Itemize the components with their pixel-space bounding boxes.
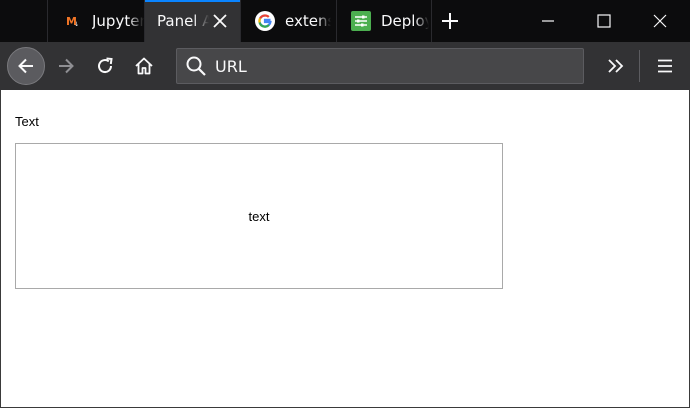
search-icon	[185, 55, 207, 77]
minimize-icon	[542, 20, 554, 22]
maximize-button[interactable]	[576, 0, 632, 42]
text-value: text	[248, 208, 270, 224]
tab-title: Deploy	[381, 12, 429, 30]
close-window-button[interactable]	[632, 0, 688, 42]
tab-title: Jupyter	[92, 12, 144, 30]
chevron-double-right-icon	[608, 59, 624, 73]
tab-deploy[interactable]: Deploy	[337, 0, 432, 42]
google-icon	[255, 11, 275, 31]
main-menu-button[interactable]	[647, 48, 683, 84]
hamburger-menu-icon	[658, 59, 672, 73]
text-label: Text	[15, 114, 39, 129]
toolbar-separator	[639, 50, 640, 82]
svg-text:↓: ↓	[74, 21, 79, 28]
arrow-right-icon	[59, 58, 74, 74]
navigation-toolbar	[0, 42, 690, 90]
new-tab-button[interactable]	[434, 6, 466, 36]
tab-strip-spacer	[0, 0, 48, 42]
tab-title: extensions	[285, 12, 331, 30]
tab-extensions[interactable]: extensions	[241, 0, 337, 42]
url-bar[interactable]	[176, 48, 584, 84]
page-content: Text text	[0, 90, 690, 408]
back-button[interactable]	[7, 47, 45, 85]
tab-title: Panel App	[157, 12, 209, 30]
close-tab-icon[interactable]	[210, 11, 230, 31]
reload-button[interactable]	[87, 48, 123, 84]
minimize-button[interactable]	[520, 0, 576, 42]
overflow-menu-button[interactable]	[598, 48, 634, 84]
url-input[interactable]	[215, 56, 555, 76]
tab-strip: M ↓ Jupyter Panel App extensions	[0, 0, 690, 42]
tab-panel-app[interactable]: Panel App	[145, 0, 241, 42]
text-display-box[interactable]: text	[15, 143, 503, 289]
sliders-icon	[351, 11, 371, 31]
forward-button[interactable]	[48, 48, 84, 84]
tab-jupyter[interactable]: M ↓ Jupyter	[48, 0, 145, 42]
home-icon	[135, 57, 153, 75]
plus-icon	[442, 13, 458, 29]
jupyter-icon: M ↓	[62, 11, 82, 31]
home-button[interactable]	[126, 48, 162, 84]
arrow-left-icon	[18, 58, 33, 74]
close-icon	[653, 14, 667, 28]
maximize-icon	[597, 14, 611, 28]
reload-icon	[98, 57, 113, 74]
